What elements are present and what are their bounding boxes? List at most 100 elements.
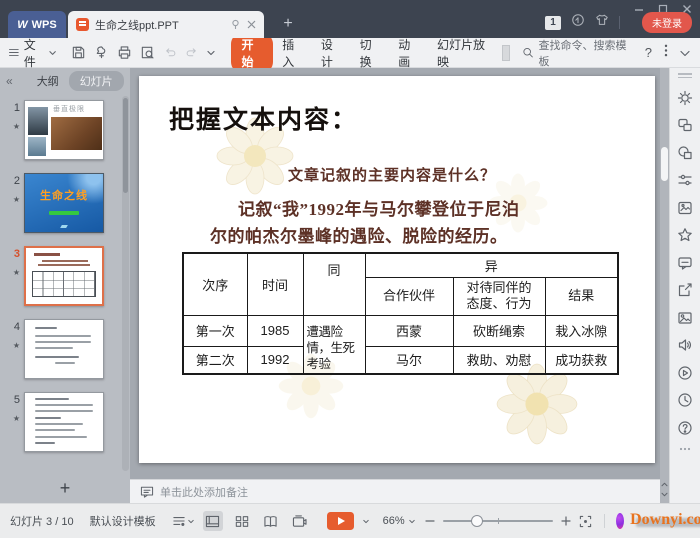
table-cell-partner[interactable]: 马尔 [364, 345, 454, 375]
table-cell-order[interactable]: 第二次 [182, 345, 248, 375]
table-header-result[interactable]: 结果 [544, 276, 619, 316]
task-count-badge[interactable]: 1 [545, 15, 561, 30]
slide-3-thumbnail-selected[interactable] [24, 246, 104, 306]
member-icon[interactable] [571, 13, 585, 32]
file-menu-button[interactable]: 文件 [8, 36, 57, 70]
picture-icon[interactable] [677, 310, 693, 326]
skin-theme-icon[interactable] [595, 13, 609, 32]
print-preview-button[interactable] [140, 45, 155, 60]
audio-speaker-icon[interactable] [677, 337, 693, 353]
table-header-order[interactable]: 次序 [182, 252, 248, 316]
zoom-in-button[interactable] [561, 516, 571, 526]
table-cell-attitude[interactable]: 救助、劝慰 [452, 345, 546, 375]
more-menu-icon[interactable] [664, 44, 668, 62]
table-cell-attitude[interactable]: 砍断绳索 [452, 314, 546, 347]
tab-design[interactable]: 设计 [312, 33, 351, 73]
slide-sorter-view-button[interactable] [232, 511, 252, 531]
normal-view-button[interactable] [202, 511, 223, 531]
collapse-panel-button[interactable]: « [6, 74, 13, 88]
tab-animation[interactable]: 动画 [389, 33, 428, 73]
tab-outline-view[interactable]: 大纲 [37, 73, 59, 89]
wps-home-tab[interactable]: W WPS [8, 11, 66, 38]
print-button[interactable] [117, 45, 132, 60]
new-tab-button[interactable]: + [278, 14, 298, 34]
sidebar-scrollbar[interactable] [122, 96, 129, 471]
search-command-box[interactable]: 查找命令、搜索模板 [522, 37, 629, 69]
play-slideshow-button[interactable] [326, 512, 354, 530]
help-circle-icon[interactable] [677, 420, 693, 436]
slide-1-thumbnail[interactable]: 垂直极限 [24, 100, 104, 160]
slide-title-text[interactable]: 把握文本内容： [169, 100, 358, 136]
next-slide-icon[interactable] [661, 492, 668, 497]
notes-bar[interactable]: 单击此处添加备注 [130, 479, 660, 503]
vertical-scrollbar-thumb[interactable] [661, 147, 668, 181]
close-tab-icon[interactable] [247, 20, 256, 29]
table-cell-time[interactable]: 1985 [246, 314, 304, 347]
smart-beautify-icon[interactable] [677, 90, 693, 106]
zoom-slider-thumb[interactable] [470, 515, 483, 527]
slide-body-line2[interactable]: 尔的帕杰尔墨峰的遇险、脱险的经历。 [210, 222, 508, 247]
animation-star-icon[interactable]: ★ [6, 341, 20, 350]
slideshow-view-button[interactable] [290, 511, 310, 531]
animation-star-icon[interactable]: ★ [6, 122, 20, 131]
shapes-icon[interactable] [677, 145, 693, 161]
login-button[interactable]: 未登录 [642, 12, 692, 33]
ai-assistant-icon[interactable] [616, 513, 625, 529]
table-cell-result[interactable]: 成功获救 [544, 345, 619, 375]
export-pdf-button[interactable] [94, 45, 109, 60]
favorites-star-icon[interactable] [677, 227, 693, 243]
zoom-level[interactable]: 66% [383, 515, 415, 527]
tab-slides-view[interactable]: 幻灯片 [68, 71, 124, 91]
sidebar-scrollbar-thumb[interactable] [123, 98, 128, 193]
undo-button[interactable] [163, 46, 177, 59]
animation-star-icon[interactable]: ★ [6, 414, 20, 423]
slide-4-thumbnail[interactable] [24, 319, 104, 379]
table-header-partner[interactable]: 合作伙伴 [364, 276, 454, 316]
tab-home[interactable]: 开始 [230, 32, 274, 73]
animation-star-icon[interactable]: ★ [6, 195, 20, 204]
slide-editing-area[interactable]: 把握文本内容： 文章记叙的主要内容是什么？ 记叙“我”1992年与马尔攀登位于尼… [139, 76, 655, 463]
collapse-ribbon-icon[interactable] [680, 44, 690, 62]
reading-view-button[interactable] [261, 511, 281, 531]
save-button[interactable] [71, 45, 86, 60]
document-tab[interactable]: 生命之线ppt.PPT [68, 11, 264, 38]
media-play-icon[interactable] [677, 365, 693, 381]
add-slide-button[interactable]: + [0, 473, 130, 503]
panel-more-dots[interactable] [679, 447, 691, 451]
table-cell-order[interactable]: 第一次 [182, 314, 248, 347]
quickbar-dropdown-icon[interactable] [206, 50, 215, 56]
help-button[interactable]: ? [645, 45, 652, 60]
table-header-attitude[interactable]: 对待同伴的态度、行为 [452, 276, 546, 316]
object-layers-icon[interactable] [677, 117, 693, 133]
minimize-button[interactable] [634, 4, 644, 14]
previous-slide-icon[interactable] [661, 482, 668, 487]
panel-handle[interactable] [678, 73, 692, 78]
table-header-time[interactable]: 时间 [246, 252, 304, 316]
pin-tab-icon[interactable] [230, 19, 241, 30]
comment-icon[interactable] [677, 255, 693, 271]
table-cell-partner[interactable]: 西蒙 [364, 314, 454, 347]
redo-button[interactable] [185, 46, 199, 59]
tab-overflow-indicator[interactable] [501, 44, 510, 61]
animation-star-icon[interactable]: ★ [6, 268, 20, 277]
design-template-icon[interactable] [677, 200, 693, 216]
history-clock-icon[interactable] [677, 392, 693, 408]
table-cell-time[interactable]: 1992 [246, 345, 304, 375]
tab-slideshow[interactable]: 幻灯片放映 [428, 33, 498, 73]
properties-sliders-icon[interactable] [677, 172, 693, 188]
notes-toggle-icon[interactable] [172, 515, 194, 527]
vertical-scrollbar[interactable] [660, 68, 669, 503]
table-header-diff[interactable]: 异 [364, 252, 619, 278]
slide-5-thumbnail[interactable] [24, 392, 104, 452]
slide-body-line1[interactable]: 记叙“我”1992年与马尔攀登位于尼泊 [238, 195, 520, 220]
table-cell-result[interactable]: 栽入冰隙 [544, 314, 619, 347]
zoom-slider[interactable] [442, 515, 553, 527]
table-header-same[interactable]: 同 [302, 252, 366, 316]
zoom-out-button[interactable] [425, 516, 435, 526]
tab-insert[interactable]: 插入 [273, 33, 312, 73]
slide-table[interactable]: 次序 时间 同 异 合作伙伴 对待同伴的态度、行为 结果 第一次 1985 遭遇… [182, 252, 619, 376]
tab-transition[interactable]: 切换 [351, 33, 390, 73]
template-name[interactable]: 默认设计模板 [90, 513, 156, 529]
slide-2-thumbnail[interactable]: 生命之线 [24, 173, 104, 233]
share-icon[interactable] [677, 282, 693, 298]
